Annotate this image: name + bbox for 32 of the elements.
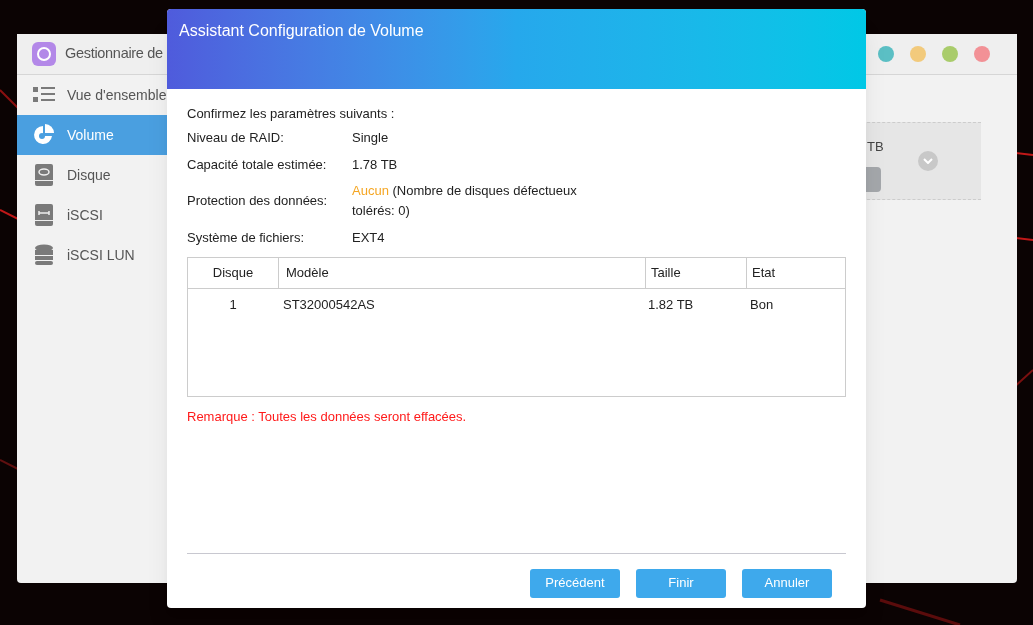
pie-chart-icon — [33, 124, 55, 146]
setting-label: Système de fichiers: — [187, 228, 306, 247]
sidebar-item[interactable]: iSCSI — [17, 195, 167, 235]
sidebar-item[interactable]: iSCSI LUN — [17, 235, 167, 275]
setting-label: Niveau de RAID: — [187, 128, 285, 147]
chevron-down-icon[interactable] — [918, 151, 938, 171]
sidebar-item[interactable]: Disque — [17, 155, 167, 195]
database-icon — [34, 244, 54, 266]
network-drive-icon — [34, 204, 54, 226]
setting-value: EXT4 — [352, 228, 385, 247]
intro-text: Confirmez les paramètres suivants : — [187, 105, 396, 123]
column-header: Modèle — [278, 258, 645, 288]
setting-value: 1.78 TB — [352, 155, 398, 174]
table-cell-text: Bon — [749, 296, 775, 315]
column-header: Etat — [746, 258, 845, 288]
setting-value: Aucun (Nombre de disques défectueux tolérés: 0) — [352, 182, 578, 220]
hard-drive-icon — [34, 164, 54, 186]
setting-value: Single — [352, 128, 389, 147]
sidebar-item[interactable]: Vue d'ensemble — [17, 75, 167, 115]
table-cell-text: ST32000542AS — [282, 296, 376, 315]
table-cell-text: 1 — [228, 296, 238, 315]
setting-label: Capacité totale estimée: — [187, 155, 328, 174]
list-icon — [33, 86, 55, 104]
table-cell-text: 1.82 TB — [647, 296, 695, 315]
app-logo-icon — [32, 42, 56, 66]
capacity-text: TB — [867, 138, 884, 156]
dialog-title: Assistant Configuration de Volume — [179, 22, 424, 39]
setting-label: Protection des données: — [187, 192, 329, 211]
column-header: Disque — [211, 264, 255, 283]
warning-text: Remarque : Toutes les données seront effacées. — [187, 408, 468, 426]
window-title: Gestionnaire de — [65, 44, 163, 64]
column-header: Taille — [645, 258, 746, 288]
